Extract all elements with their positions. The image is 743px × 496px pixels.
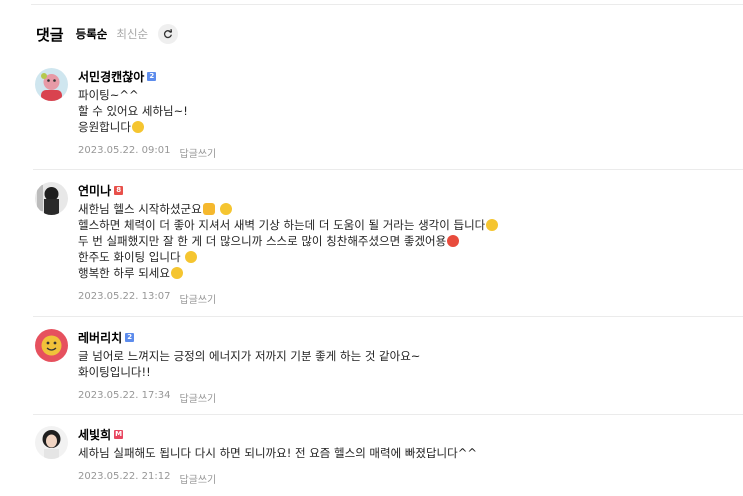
refresh-button[interactable] bbox=[158, 24, 179, 44]
comment-text-line: 파이팅~^^ bbox=[78, 88, 139, 102]
comment-divider bbox=[33, 316, 743, 317]
sort-by-registration[interactable]: 등록순 bbox=[76, 26, 108, 42]
comment-text-line: 새한님 헬스 시작하셨군요 bbox=[78, 201, 743, 217]
avatar[interactable] bbox=[35, 426, 68, 459]
comment-date: 2023.05.22. 13:07 bbox=[78, 291, 171, 302]
commenter-nickname[interactable]: 연미나 bbox=[78, 182, 111, 199]
commenter-nickname[interactable]: 세빛희 bbox=[78, 426, 111, 443]
comment-text-line: 글 넘어로 느껴지는 긍정의 에너지가 저까지 기분 좋게 하는 것 같아요~ bbox=[78, 349, 421, 363]
comment-header: 댓글 등록순 최신순 bbox=[36, 24, 179, 44]
comment-text-line: 화이팅입니다!! bbox=[78, 365, 151, 379]
sort-by-latest[interactable]: 최신순 bbox=[116, 26, 148, 42]
comment-date: 2023.05.22. 09:01 bbox=[78, 145, 171, 156]
hug-emoji-icon bbox=[185, 251, 198, 263]
comment-text-line: 할 수 있어요 세하님~! bbox=[78, 104, 188, 118]
comment-text-line: 행복한 하루 되세요 bbox=[78, 265, 743, 281]
smile-emoji-icon bbox=[170, 267, 183, 279]
comment-divider bbox=[33, 169, 743, 170]
comment-text-line: 세하님 실패해도 됩니다 다시 하면 되니까요! 전 요즘 헬스의 매력에 빠졌… bbox=[78, 446, 477, 460]
member-level-badge: 8 bbox=[114, 185, 124, 195]
grin-emoji-icon bbox=[131, 121, 144, 133]
reply-button[interactable]: 답글쓰기 bbox=[179, 471, 216, 486]
comment-text-line: 한주도 화이팅 입니다 bbox=[78, 249, 743, 265]
commenter-nickname[interactable]: 레버리치 bbox=[78, 329, 122, 346]
hug-emoji-icon bbox=[486, 219, 499, 231]
commenter-nickname[interactable]: 서민경캔찮아 bbox=[78, 68, 144, 85]
smile-emoji-icon bbox=[220, 203, 233, 215]
comment-text-line: 응원합니다 bbox=[78, 119, 743, 135]
comment-date: 2023.05.22. 17:34 bbox=[78, 390, 171, 401]
heart-eyes-emoji-icon bbox=[447, 235, 460, 247]
avatar[interactable] bbox=[35, 68, 68, 101]
member-level-badge: 2 bbox=[125, 332, 135, 342]
avatar[interactable] bbox=[35, 182, 68, 215]
comment-text-line: 헬스하면 체력이 더 좋아 지셔서 새벽 기상 하는데 더 도움이 될 거라는 … bbox=[78, 217, 743, 233]
avatar[interactable] bbox=[35, 329, 68, 362]
reply-button[interactable]: 답글쓰기 bbox=[179, 145, 216, 160]
reply-button[interactable]: 답글쓰기 bbox=[179, 291, 216, 306]
flexed-biceps-emoji-icon bbox=[202, 203, 215, 215]
comment-section-title: 댓글 bbox=[36, 25, 64, 44]
comment-divider bbox=[33, 414, 743, 415]
manager-badge: M bbox=[114, 429, 124, 439]
comment-date: 2023.05.22. 21:12 bbox=[78, 471, 171, 482]
reply-button[interactable]: 답글쓰기 bbox=[179, 390, 216, 405]
comment-text-line: 두 번 실패했지만 잘 한 게 더 많으니까 스스로 많이 칭찬해주셨으면 좋겠… bbox=[78, 233, 743, 249]
member-level-badge: 2 bbox=[147, 71, 157, 81]
refresh-icon bbox=[164, 29, 173, 39]
top-divider bbox=[31, 4, 743, 5]
